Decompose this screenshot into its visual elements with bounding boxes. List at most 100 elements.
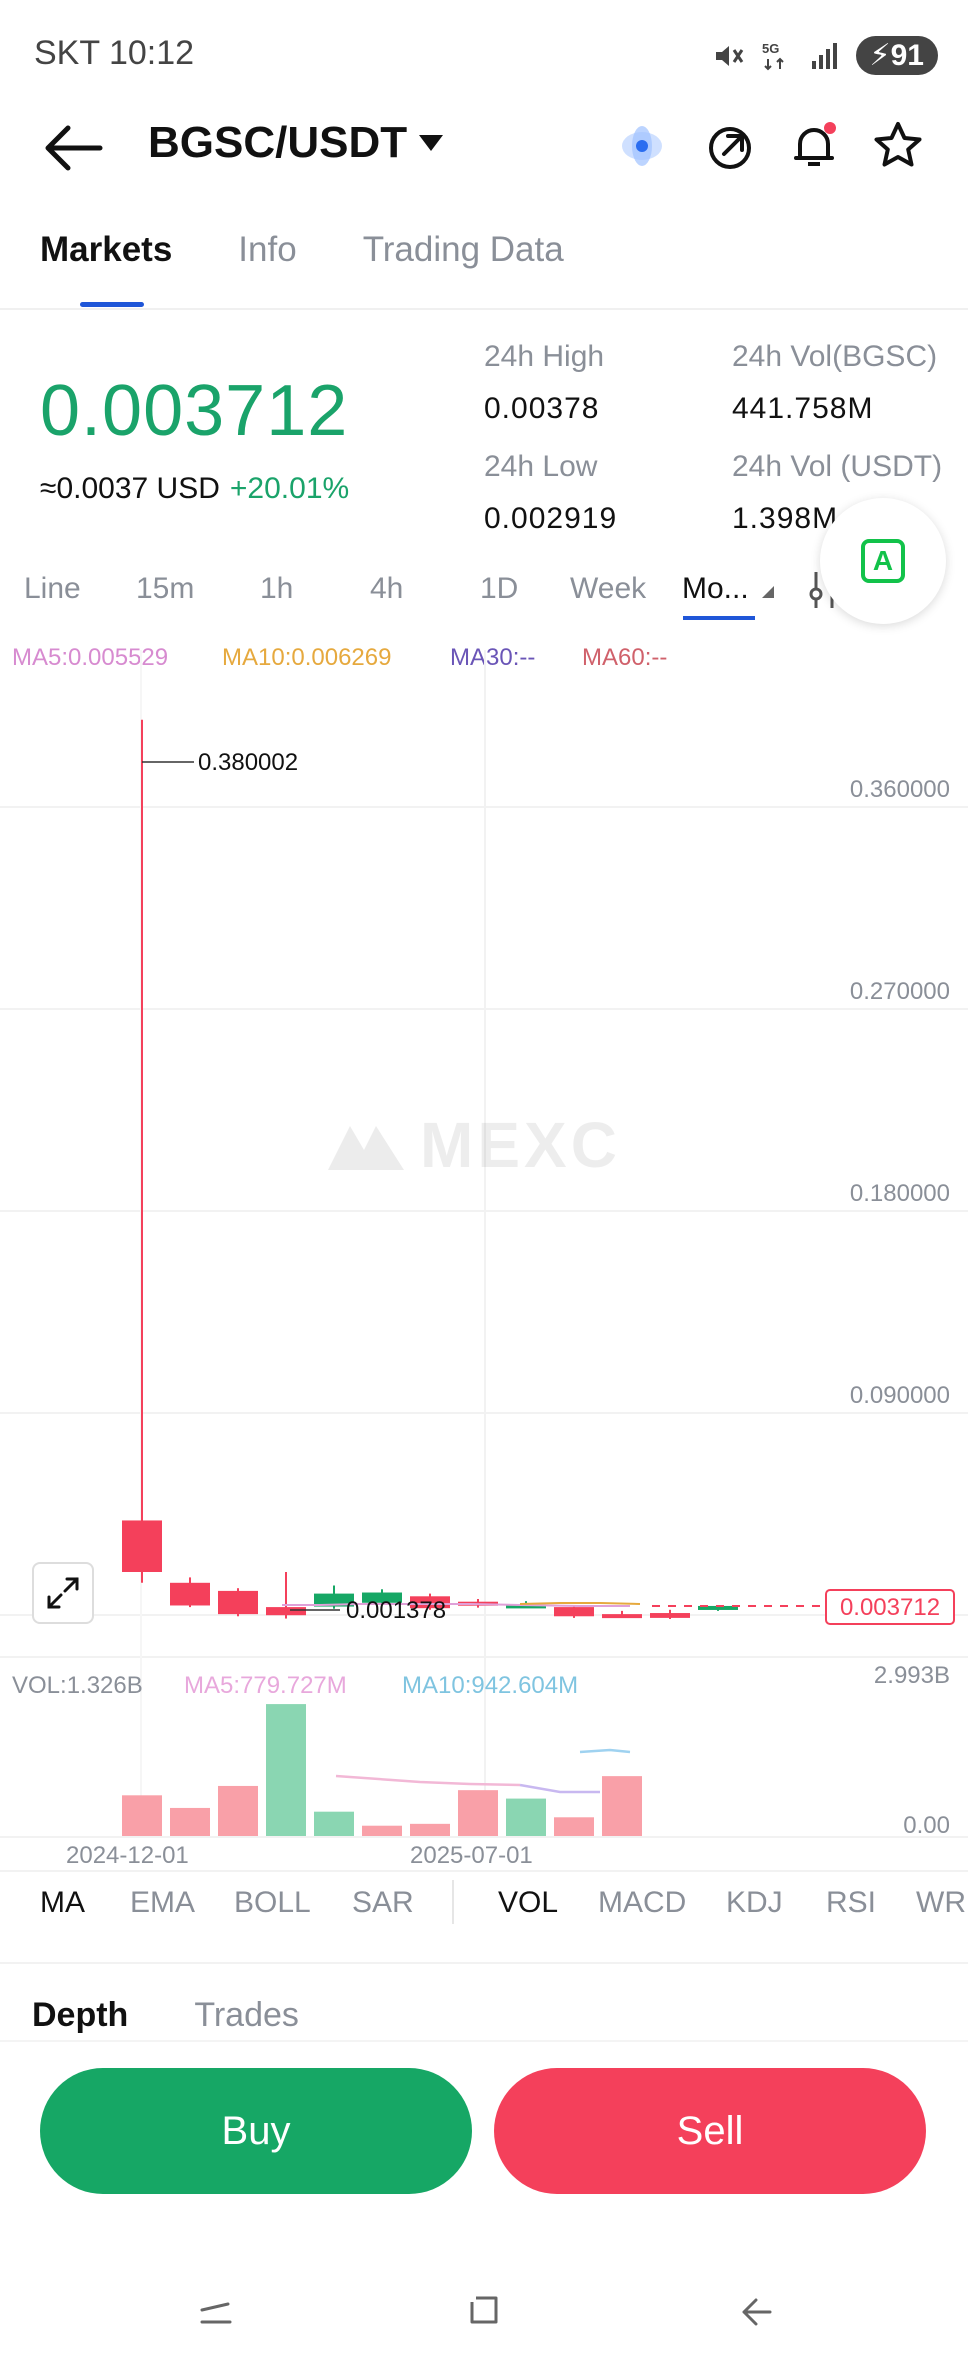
interval-line[interactable]: Line	[24, 572, 81, 606]
pair-selector[interactable]: BGSC/USDT	[148, 118, 445, 168]
x-axis-label: 2025-07-01	[410, 1842, 533, 1869]
low-label: 24h Low	[484, 450, 598, 483]
vol-ma10-line	[519, 1783, 600, 1794]
indicator-sar[interactable]: SAR	[352, 1886, 414, 1920]
triangle-dropdown-icon	[762, 586, 774, 598]
volume-bar	[266, 1704, 306, 1836]
home-icon[interactable]	[464, 2290, 504, 2330]
interval-underline	[683, 616, 755, 620]
svg-text:5G: 5G	[762, 41, 779, 56]
low-value: 0.002919	[484, 502, 618, 535]
volume-bar	[314, 1811, 354, 1836]
signal-icon	[811, 42, 837, 69]
price-change: +20.01%	[229, 472, 350, 505]
indicator-ma[interactable]: MA	[40, 1886, 85, 1920]
interval-month[interactable]: Mo...	[682, 572, 749, 606]
volume-bar	[122, 1795, 162, 1836]
float-assistant-button[interactable]: A	[820, 498, 946, 624]
sell-button[interactable]: Sell	[494, 2068, 926, 2194]
pair-title: BGSC/USDT	[148, 118, 408, 167]
status-bar-right: 5G ⚡91	[712, 36, 938, 75]
candle-body	[122, 1520, 162, 1572]
back-arrow-icon[interactable]	[40, 118, 110, 178]
high-value: 0.00378	[484, 392, 600, 425]
indicator-ema[interactable]: EMA	[130, 1886, 195, 1920]
divider	[0, 1870, 968, 1872]
battery-indicator: ⚡91	[855, 36, 938, 75]
interval-week[interactable]: Week	[570, 572, 646, 606]
volume-bar	[458, 1790, 498, 1836]
kline-chart[interactable]: 0.380002 0.001378 0.003712	[0, 650, 968, 1836]
star-icon[interactable]	[870, 118, 926, 174]
vol-axis-max: 2.993B	[873, 1662, 950, 1689]
x-axis-label: 2024-12-01	[66, 1842, 189, 1869]
indicator-divider	[452, 1880, 454, 1924]
network-5g-icon: 5G	[762, 41, 784, 70]
indicator-boll[interactable]: BOLL	[234, 1886, 311, 1920]
volume-bar	[410, 1823, 450, 1836]
candle-body	[218, 1590, 258, 1615]
vol-ma5-line	[335, 1774, 521, 1787]
depth-tabs: Depth Trades	[32, 1996, 299, 2035]
interval-1d[interactable]: 1D	[480, 572, 518, 606]
interval-1h[interactable]: 1h	[260, 572, 293, 606]
tab-depth[interactable]: Depth	[32, 1996, 128, 2035]
indicator-rsi[interactable]: RSI	[826, 1886, 876, 1920]
tab-markets[interactable]: Markets	[40, 230, 172, 270]
price-sub: ≈0.0037 USD +20.01%	[40, 472, 349, 506]
tab-underline	[80, 302, 144, 307]
caret-down-icon	[419, 135, 444, 151]
fullscreen-button[interactable]	[32, 1562, 94, 1624]
vol-base-value: 441.758M	[732, 392, 874, 425]
clock: 10:12	[108, 34, 195, 72]
divider	[0, 1962, 968, 1964]
volume-bar	[602, 1776, 642, 1836]
indicator-wr[interactable]: WR	[916, 1886, 966, 1920]
ma-line	[519, 1602, 641, 1605]
volume-legend: VOL:1.326B MA5:779.727M MA10:942.604M	[12, 1672, 578, 1700]
usd-value: ≈0.0037 USD	[40, 472, 220, 505]
vol-axis-min: 0.00	[903, 1812, 950, 1839]
expand-icon	[47, 1577, 79, 1609]
indicator-kdj[interactable]: KDJ	[726, 1886, 783, 1920]
tab-info[interactable]: Info	[238, 230, 296, 270]
candle-body	[650, 1613, 690, 1618]
volume-bar	[362, 1825, 402, 1836]
volume-bar	[506, 1798, 546, 1836]
mute-icon	[715, 45, 743, 66]
candle-body	[266, 1607, 306, 1616]
candle-body	[170, 1582, 210, 1606]
vol-ma-line	[579, 1748, 631, 1754]
volume-bar	[554, 1817, 594, 1836]
buy-button[interactable]: Buy	[40, 2068, 472, 2194]
status-bar-left: SKT 10:12	[34, 34, 194, 73]
indicator-macd[interactable]: MACD	[598, 1886, 686, 1920]
indicator-vol[interactable]: VOL	[498, 1886, 558, 1920]
vol-base-label: 24h Vol(BGSC)	[732, 340, 938, 373]
tab-trading-data[interactable]: Trading Data	[363, 230, 564, 270]
vol-value: VOL:1.326B	[12, 1672, 143, 1699]
grid-line	[0, 1836, 968, 1838]
volume-bar	[218, 1785, 258, 1836]
bell-icon[interactable]	[786, 118, 842, 174]
volume-bar	[170, 1807, 210, 1836]
interval-4h[interactable]: 4h	[370, 572, 403, 606]
vol-ma10-value: MA10:942.604M	[402, 1672, 579, 1699]
current-price-tag: 0.003712	[840, 1594, 940, 1621]
interval-15m[interactable]: 15m	[136, 572, 194, 606]
tab-trades[interactable]: Trades	[194, 1996, 299, 2035]
share-icon[interactable]	[702, 118, 758, 174]
high-marker: 0.380002	[198, 749, 298, 776]
low-marker: 0.001378	[346, 1597, 446, 1624]
vol-quote-value: 1.398M	[732, 502, 839, 535]
high-label: 24h High	[484, 340, 605, 373]
last-price: 0.003712	[40, 371, 349, 451]
recent-apps-icon[interactable]	[196, 2292, 236, 2332]
carrier: SKT	[34, 34, 100, 72]
divider	[0, 2040, 968, 2042]
divider	[0, 308, 968, 310]
ai-assistant-icon[interactable]	[614, 118, 670, 174]
float-assistant-label: A	[861, 539, 905, 583]
vol-quote-label: 24h Vol (USDT)	[732, 450, 943, 483]
back-nav-icon[interactable]	[736, 2292, 776, 2332]
